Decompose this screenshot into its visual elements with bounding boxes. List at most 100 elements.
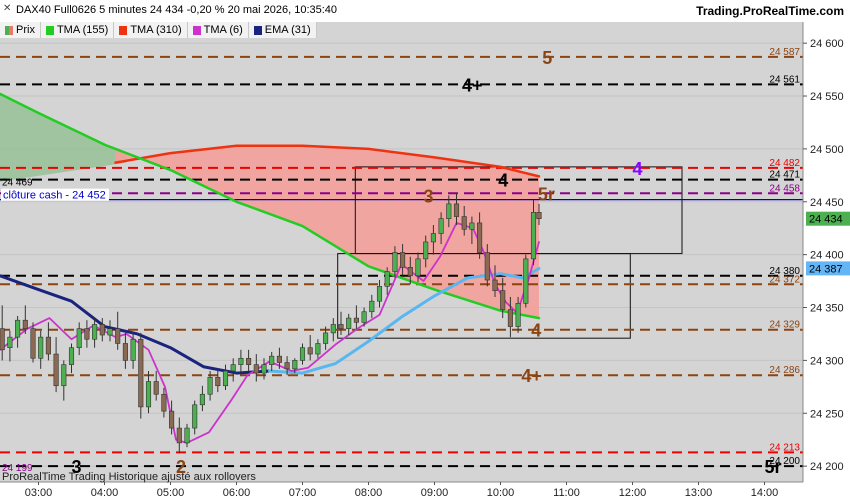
candle-body xyxy=(346,317,352,329)
candle-body xyxy=(338,324,344,329)
candle-body xyxy=(30,328,36,359)
x-tick-label: 08:00 xyxy=(355,487,383,499)
site-name[interactable]: Trading.ProRealTime.com xyxy=(696,4,844,18)
candle-body xyxy=(530,212,537,260)
level-value-label: 24 482 xyxy=(769,158,800,169)
wave-label: 3 xyxy=(424,186,434,206)
candle-body xyxy=(130,338,136,361)
candle-body xyxy=(61,364,67,387)
candle-body xyxy=(276,355,282,363)
candle-body xyxy=(38,336,44,359)
level-value-label: 24 587 xyxy=(769,47,800,58)
candle-body xyxy=(253,364,259,374)
candle-body xyxy=(207,377,213,395)
candle-body xyxy=(307,347,313,355)
candle-body xyxy=(323,332,329,344)
x-tick-label: 10:00 xyxy=(487,487,515,499)
x-tick-label: 07:00 xyxy=(289,487,317,499)
candle-body xyxy=(536,212,542,219)
candle-body xyxy=(330,324,336,334)
y-tick-label: 24 350 xyxy=(810,303,844,315)
candle-body xyxy=(192,404,198,429)
y-tick-label: 24 300 xyxy=(810,355,844,367)
x-tick-label: 06:00 xyxy=(223,487,251,499)
level-value-label: 24 200 xyxy=(769,456,800,467)
price-tag-label: 24 387 xyxy=(809,263,843,275)
level-tag: 4+ xyxy=(521,366,542,386)
legend-item-ema31[interactable]: EMA (31) xyxy=(248,22,317,38)
level-value-label: 24 286 xyxy=(769,365,800,376)
candle-body xyxy=(84,328,90,340)
candle-body xyxy=(161,393,167,412)
price-chart[interactable]: clôture cash - 24 452 54+445r44+5r3 2324 … xyxy=(0,0,850,500)
x-tick-label: 09:00 xyxy=(421,487,449,499)
color-swatch xyxy=(192,25,201,35)
level-value-label: 24 458 xyxy=(769,183,800,194)
candle-body xyxy=(45,336,51,355)
level-tag: 4+ xyxy=(462,75,483,95)
candle-body xyxy=(138,338,144,408)
candle-body xyxy=(145,381,152,408)
level-tag: 4 xyxy=(498,171,508,191)
x-tick-label: 13:00 xyxy=(685,487,713,499)
x-tick-label: 04:00 xyxy=(91,487,119,499)
legend-item-tma6[interactable]: TMA (6) xyxy=(187,22,249,38)
candle-body xyxy=(430,233,436,243)
y-tick-label: 24 550 xyxy=(810,91,844,103)
y-tick-label: 24 450 xyxy=(810,197,844,209)
level-value-label: 24 329 xyxy=(769,320,800,331)
cash-close-label: clôture cash - 24 452 xyxy=(3,190,106,202)
candle-body xyxy=(315,343,321,355)
legend-label: TMA (6) xyxy=(203,24,243,36)
candle-body xyxy=(122,343,128,361)
candle-body xyxy=(369,300,375,313)
candle-body xyxy=(22,319,28,329)
candle-body xyxy=(284,362,290,370)
level-value-label: 24 471 xyxy=(769,170,800,181)
candle-body xyxy=(184,427,190,444)
candle-body xyxy=(53,353,59,387)
x-tick-label: 12:00 xyxy=(619,487,647,499)
price-tag-label: 24 434 xyxy=(809,214,843,226)
candle-body xyxy=(222,370,229,387)
indicator-legend: Prix TMA (155) TMA (310) TMA (6) EMA (31… xyxy=(0,22,317,38)
candle-body xyxy=(215,377,221,387)
candle-body xyxy=(461,216,467,230)
footer-note: ProRealTime Trading Historique ajusté au… xyxy=(2,471,256,483)
candle-body xyxy=(261,364,267,374)
candle-body xyxy=(76,328,82,349)
x-tick-label: 05:00 xyxy=(157,487,185,499)
y-tick-label: 24 600 xyxy=(810,38,844,50)
legend-label: EMA (31) xyxy=(264,24,311,36)
candle-body xyxy=(453,203,460,217)
level-tag: 5r xyxy=(538,184,555,204)
candle-body xyxy=(107,328,113,336)
candle-body xyxy=(400,252,406,268)
level-value-label: 24 213 xyxy=(769,442,800,453)
candle-body xyxy=(153,381,159,395)
candle-body xyxy=(415,258,421,277)
candle-icon xyxy=(5,25,13,35)
candle-body xyxy=(299,347,306,361)
candle-body xyxy=(230,364,236,372)
close-icon[interactable]: ✕ xyxy=(3,4,11,14)
candle-body xyxy=(507,309,513,327)
y-tick-label: 24 250 xyxy=(810,408,844,420)
x-tick-label: 03:00 xyxy=(25,487,53,499)
candle-body xyxy=(361,311,367,323)
candle-body xyxy=(384,271,390,287)
legend-item-tma155[interactable]: TMA (155) xyxy=(40,22,115,38)
legend-item-tma310[interactable]: TMA (310) xyxy=(114,22,188,38)
candle-body xyxy=(407,267,413,277)
legend-label: TMA (155) xyxy=(56,24,109,36)
x-tick-label: 14:00 xyxy=(751,487,779,499)
candle-body xyxy=(492,279,498,291)
candle-body xyxy=(7,336,13,349)
candle-body xyxy=(438,218,444,234)
candle-body xyxy=(469,222,475,230)
candle-body xyxy=(92,324,98,340)
chart-title: DAX40 Full0626 5 minutes 24 434 -0,20 % … xyxy=(16,4,338,16)
legend-item-price[interactable]: Prix xyxy=(0,22,41,38)
candle-body xyxy=(477,222,483,253)
y-tick-label: 24 400 xyxy=(810,250,844,262)
